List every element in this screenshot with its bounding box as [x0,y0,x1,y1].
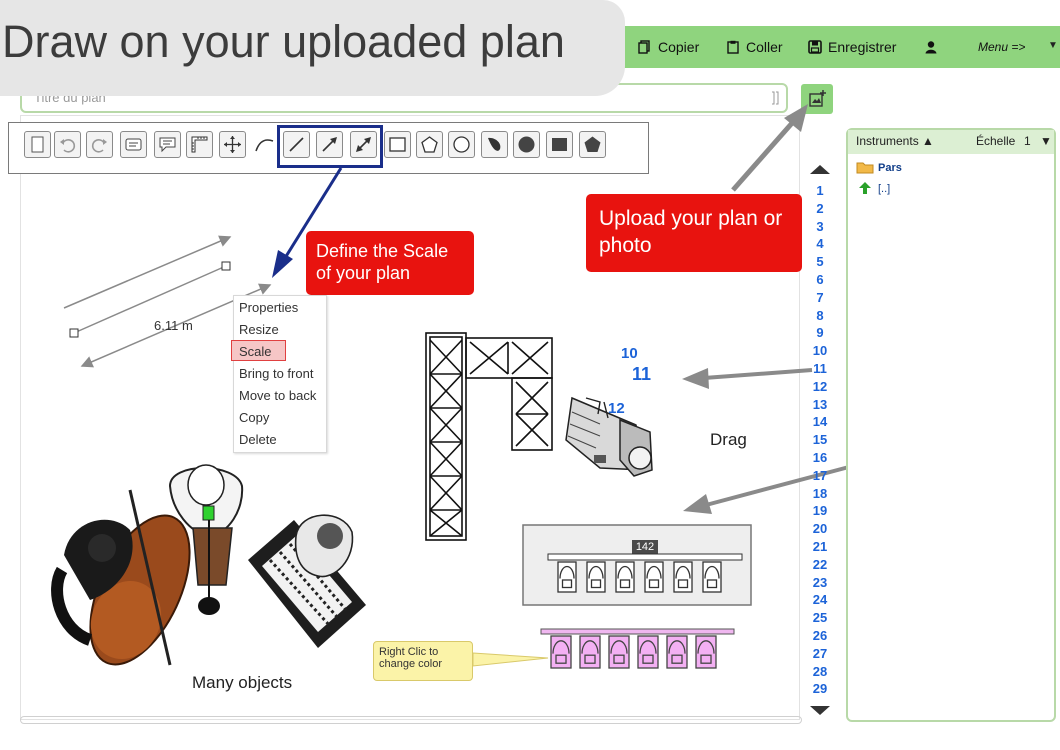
parent-folder-link[interactable]: [..] [878,183,890,195]
menu-item-properties[interactable]: Properties [239,300,298,315]
row-number[interactable]: 17 [808,468,832,483]
upload-pointer-arrow [731,104,808,192]
chevron-up-icon: ▲ [922,134,934,148]
menu-item-copy[interactable]: Copy [239,410,269,425]
row-number[interactable]: 6 [808,272,832,287]
row-number[interactable]: 19 [808,503,832,518]
fixture-number-12: 12 [608,400,625,417]
drag-arrow-lower [683,461,865,514]
chevron-down-icon: ▼ [1040,134,1052,148]
row-number[interactable]: 5 [808,254,832,269]
row-number[interactable]: 25 [808,610,832,625]
row-number[interactable]: 23 [808,575,832,590]
menu-item-bring-to-front[interactable]: Bring to front [239,366,313,381]
upload-callout: Upload your plan or photo [586,194,802,272]
instruments-dropdown[interactable]: Instruments ▲ [856,134,934,148]
row-number[interactable]: 22 [808,557,832,572]
pink-fixtures [550,635,717,669]
row-number[interactable]: 8 [808,308,832,323]
row-number[interactable]: 1 [808,183,832,198]
row-number[interactable]: 14 [808,414,832,429]
many-objects-label: Many objects [192,673,293,692]
drag-arrow-upper [682,368,813,389]
keyboard-figure[interactable] [248,514,366,648]
scale-callout: Define the Scale of your plan [306,231,474,295]
colored-lighting-group[interactable] [540,628,735,635]
row-number[interactable]: 29 [808,681,832,696]
scale-select[interactable]: 1 ▼ [1024,134,1052,148]
menu-item-move-to-back[interactable]: Move to back [239,388,316,403]
row-number[interactable]: 20 [808,521,832,536]
row-number[interactable]: 11 [808,361,832,376]
context-menu: Properties Resize Scale Bring to front M… [231,295,327,453]
row-number[interactable]: 3 [808,219,832,234]
instruments-label: Instruments [856,134,919,148]
row-number[interactable]: 21 [808,539,832,554]
menu-item-scale[interactable]: Scale [239,344,272,359]
row-number[interactable]: 28 [808,664,832,679]
menu-item-resize[interactable]: Resize [239,322,279,337]
row-number[interactable]: 27 [808,646,832,661]
row-number[interactable]: 24 [808,592,832,607]
row-number[interactable]: 16 [808,450,832,465]
row-number[interactable]: 13 [808,397,832,412]
row-number[interactable]: 7 [808,290,832,305]
row-number[interactable]: 15 [808,432,832,447]
row-number[interactable]: 10 [808,343,832,358]
numbering-column[interactable]: 1 2 3 4 5 6 7 8 9 10 11 12 13 14 15 16 17 18 19 20 21 22 23 24 2… [808,163,832,723]
row-number[interactable]: 9 [808,325,832,340]
scale-value: 1 [1024,134,1031,148]
dimension-label: 6.11 m [154,318,193,333]
row-number[interactable]: 18 [808,486,832,501]
tooltip-pointer [472,652,549,667]
row-number[interactable]: 26 [808,628,832,643]
instruments-panel [846,128,1056,722]
scroll-up-icon[interactable] [809,163,831,175]
folder-pars[interactable]: Pars [878,162,902,174]
menu-item-delete[interactable]: Delete [239,432,277,447]
folder-icon [856,160,874,179]
fixture-number-11: 11 [632,364,652,384]
scale-label: Échelle [976,134,1016,148]
scroll-down-icon[interactable] [809,705,831,717]
row-number[interactable]: 2 [808,201,832,216]
truss-structure[interactable] [425,332,553,541]
drag-label: Drag [710,430,747,449]
group-number-label: 142 [635,541,655,553]
row-number[interactable]: 4 [808,236,832,251]
up-arrow-icon [858,181,872,200]
color-tooltip: Right Clic to change color [373,641,473,681]
fixture-number-10: 10 [621,345,638,362]
row-number[interactable]: 12 [808,379,832,394]
